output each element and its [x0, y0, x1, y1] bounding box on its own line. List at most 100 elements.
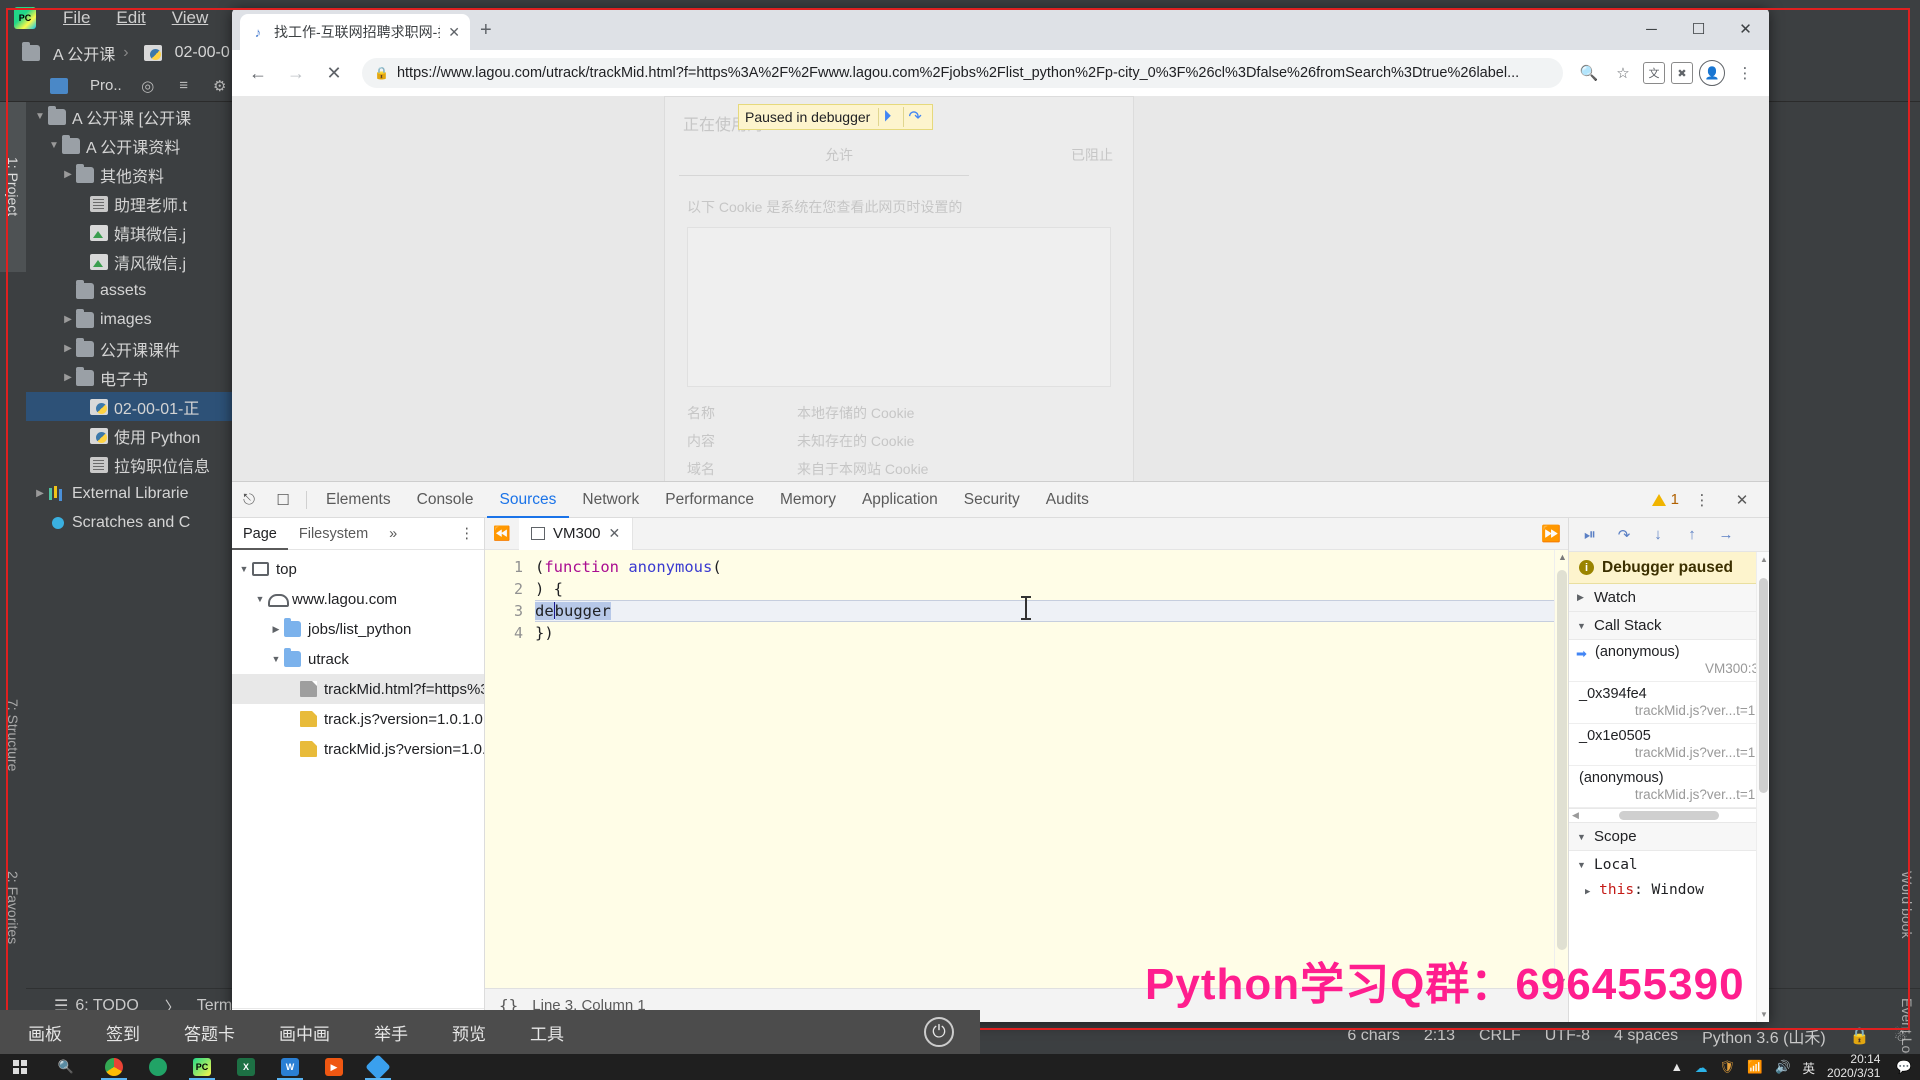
devtools-menu-icon[interactable]: ⋮ [1685, 482, 1719, 518]
scroll-up-icon[interactable]: ▲ [1760, 555, 1768, 564]
chevron-right-icon[interactable]: ▶ [74, 401, 90, 412]
code-content[interactable]: (function anonymous() {debugger}) [531, 550, 1568, 988]
step-into-icon[interactable]: ↓ [1643, 520, 1673, 550]
address-bar[interactable]: 🔒 https://www.lagou.com/utrack/trackMid.… [362, 58, 1563, 88]
step-icon[interactable]: → [1711, 520, 1741, 550]
project-tree-row[interactable]: ▶ 电子书 [26, 363, 232, 392]
sources-tree-row[interactable]: track.js?version=1.0.1.0 [232, 704, 484, 734]
minimize-button[interactable]: ─ [1628, 8, 1675, 50]
subtab-page[interactable]: Page [232, 518, 288, 550]
taskbar-wps-icon[interactable]: W [268, 1054, 312, 1080]
resume-icon[interactable]: ⏯ [1575, 520, 1605, 550]
taskbar-chrome-icon[interactable] [92, 1054, 136, 1080]
volume-icon[interactable]: 🔊 [1775, 1060, 1791, 1075]
project-tree-panel[interactable]: ▼ A 公开课 [公开课 ▼ A 公开课资料 ▶ 其他资料 ▶ 助理老师.t ▶ 婧琪微信.j ▶ 清… [26, 102, 232, 988]
sources-tree-row[interactable]: ▼ top [232, 554, 484, 584]
navigator-menu-icon[interactable]: ⋮ [450, 526, 485, 542]
project-tree-row[interactable]: ▶ 助理老师.t [26, 189, 232, 218]
device-toolbar-icon[interactable]: ☐ [266, 482, 300, 518]
step-over-icon[interactable]: ↷ [903, 107, 925, 127]
chevron-right-icon[interactable]: ▶ [32, 517, 48, 528]
tab-sources[interactable]: Sources [487, 482, 570, 518]
taskbar-pdf-icon[interactable]: ▶ [312, 1054, 356, 1080]
chevron-right-icon[interactable]: ▶ [60, 169, 76, 180]
close-window-button[interactable]: ✕ [1722, 8, 1769, 50]
chevron-right-icon[interactable]: ▶ [32, 488, 48, 499]
star-icon[interactable]: ☆ [1609, 59, 1637, 87]
forward-button[interactable]: → [280, 57, 312, 89]
chevron-down-icon[interactable]: ▼ [236, 564, 252, 574]
project-tree-row[interactable]: ▶ Scratches and C [26, 508, 232, 537]
chevron-right-icon[interactable]: ▶ [74, 227, 90, 238]
breadcrumb-file[interactable]: 02-00-0 [115, 44, 230, 62]
taskbar-pycharm-icon[interactable]: PC [180, 1054, 224, 1080]
extension-icon[interactable]: ✖ [1671, 62, 1693, 84]
sources-tree-row[interactable]: trackMid.js?version=1.0.0 [232, 734, 484, 764]
project-tree-row[interactable]: ▶ External Librarie [26, 479, 232, 508]
lock-icon[interactable]: 🔒 [1850, 1026, 1870, 1046]
taskbar-clock[interactable]: 20:14 2020/3/31 [1827, 1052, 1884, 1080]
project-tree-row[interactable]: ▶ assets [26, 276, 232, 305]
power-icon[interactable]: ⏻ [924, 1017, 954, 1047]
chevron-right-icon[interactable]: ▶ [74, 459, 90, 470]
code-line[interactable]: }) [535, 622, 1568, 644]
tool-strip-favorites[interactable]: 2: Favorites [0, 830, 26, 985]
settings-icon[interactable]: ⚙ [210, 76, 230, 96]
tool-strip-project[interactable]: 1: Project [0, 102, 26, 272]
project-tree-row[interactable]: ▶ images [26, 305, 232, 334]
close-source-tab-icon[interactable]: ✕ [609, 525, 621, 542]
maximize-button[interactable]: ☐ [1675, 8, 1722, 50]
call-stack-horizontal-scrollbar[interactable]: ◀ ▶ [1569, 808, 1769, 823]
call-stack-entry[interactable]: _0x1e0505 trackMid.js?ver...t=1! [1569, 724, 1769, 766]
network-icon[interactable]: 📶 [1747, 1060, 1763, 1075]
tab-audits[interactable]: Audits [1033, 482, 1102, 518]
scroll-left-icon[interactable]: ◀ [1572, 810, 1579, 821]
ime-indicator[interactable]: 英 [1803, 1058, 1816, 1077]
tab-application[interactable]: Application [849, 482, 951, 518]
section-call-stack[interactable]: ▼ Call Stack [1569, 612, 1769, 640]
sources-tree-row[interactable]: ▼ utrack [232, 644, 484, 674]
status-encoding[interactable]: UTF-8 [1545, 1027, 1590, 1045]
chevron-right-icon[interactable]: ▶ [60, 314, 76, 325]
chevron-down-icon[interactable]: ▼ [32, 111, 48, 122]
project-tree-row[interactable]: ▶ 使用 Python [26, 421, 232, 450]
browser-tab[interactable]: ♪ 找工作-互联网招聘求职网-拉勾网 ✕ [240, 14, 470, 50]
show-debugger-icon[interactable]: ⏩ [1534, 524, 1568, 544]
collapse-all-icon[interactable]: ≡ [174, 76, 194, 96]
code-line[interactable]: ) { [535, 578, 1568, 600]
tab-performance[interactable]: Performance [652, 482, 767, 518]
step-over-icon[interactable]: ↷ [1609, 520, 1639, 550]
scope-entry[interactable]: ▶ this: Window [1569, 879, 1769, 901]
scroll-down-icon[interactable]: ▼ [1760, 1010, 1768, 1019]
windows-start-icon[interactable] [0, 1060, 40, 1074]
status-indent[interactable]: 4 spaces [1614, 1027, 1678, 1045]
call-stack-list[interactable]: ➡ (anonymous) VM300:3 _0x394fe4 trackMid.js?… [1569, 640, 1769, 808]
tab-network[interactable]: Network [569, 482, 652, 518]
debugger-vertical-scrollbar[interactable]: ▲ ▼ [1756, 552, 1769, 1022]
shield-icon[interactable]: 🛡 [1719, 1060, 1735, 1075]
project-view-select[interactable]: Pro.. [90, 77, 122, 94]
code-line[interactable]: (function anonymous( [535, 556, 1568, 578]
chevron-right-icon[interactable]: ▶ [60, 285, 76, 296]
menu-icon[interactable]: ⋮ [1731, 59, 1759, 87]
menu-file[interactable]: File [50, 6, 103, 30]
chevron-down-icon[interactable]: ▼ [252, 594, 268, 604]
chevron-right-icon[interactable]: ▶ [74, 198, 90, 209]
chevron-right-icon[interactable]: ▶ [60, 343, 76, 354]
call-stack-entry[interactable]: _0x394fe4 trackMid.js?ver...t=1! [1569, 682, 1769, 724]
section-watch[interactable]: ▶ Watch [1569, 584, 1769, 612]
warning-badge[interactable]: 1 [1651, 491, 1679, 508]
arrow-up-icon[interactable]: ▲ [1671, 1060, 1683, 1074]
menu-view[interactable]: View [159, 6, 222, 30]
scope-local[interactable]: ▼ Local [1569, 851, 1769, 879]
close-devtools-icon[interactable]: ✕ [1725, 482, 1759, 518]
section-scope[interactable]: ▼ Scope [1569, 823, 1769, 851]
tab-memory[interactable]: Memory [767, 482, 849, 518]
project-tree-row[interactable]: ▼ A 公开课 [公开课 [26, 102, 232, 131]
tool-strip-wordbook[interactable]: Word book [1894, 840, 1920, 970]
locate-icon[interactable]: ◎ [138, 76, 158, 96]
chevron-right-icon[interactable]: ▶ [74, 430, 90, 441]
share-tool-6[interactable]: 工具 [530, 1020, 564, 1045]
menu-edit[interactable]: Edit [103, 6, 158, 30]
sources-tree-row[interactable]: ▼ www.lagou.com [232, 584, 484, 614]
